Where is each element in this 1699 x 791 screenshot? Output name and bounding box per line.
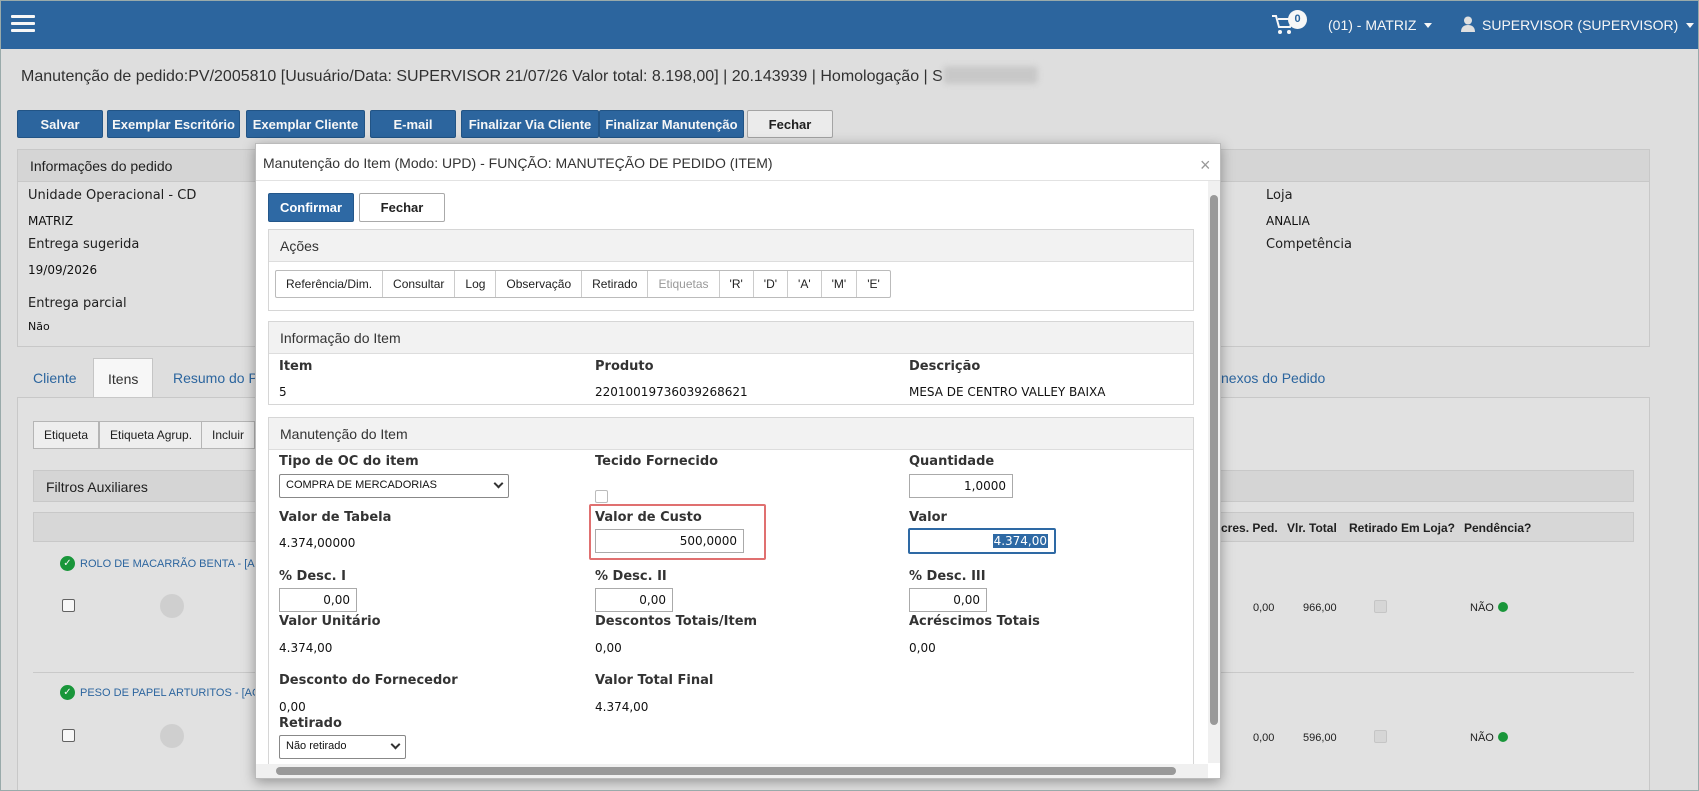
labels-button: Etiquetas bbox=[648, 271, 720, 297]
modal-title: Manutenção do Item (Modo: UPD) - FUNÇÃO:… bbox=[263, 155, 773, 171]
disc1-field[interactable]: 0,00 bbox=[279, 588, 357, 612]
confirm-button[interactable]: Confirmar bbox=[268, 193, 354, 222]
disc3-field[interactable]: 0,00 bbox=[909, 588, 987, 612]
log-button[interactable]: Log bbox=[455, 271, 497, 297]
oc-type-label: Tipo de OC do item bbox=[279, 454, 419, 469]
final-total-label: Valor Total Final bbox=[595, 673, 714, 688]
unit-value-label: Valor Unitário bbox=[279, 614, 381, 629]
product-label: Produto bbox=[595, 359, 654, 374]
final-total-value: 4.374,00 bbox=[595, 700, 649, 714]
e-button[interactable]: 'E' bbox=[857, 271, 890, 297]
fabric-supplied-label: Tecido Fornecido bbox=[595, 454, 719, 469]
r-button[interactable]: 'R' bbox=[720, 271, 754, 297]
total-additions-value: 0,00 bbox=[909, 641, 936, 655]
table-value: 4.374,00000 bbox=[279, 536, 356, 550]
vertical-scrollbar-thumb[interactable] bbox=[1210, 195, 1218, 725]
oc-type-select[interactable]: COMPRA DE MERCADORIAS bbox=[279, 474, 509, 498]
item-info-heading: Informação do Item bbox=[269, 322, 1193, 354]
withdrawn-button[interactable]: Retirado bbox=[582, 271, 649, 297]
supplier-discount-label: Desconto do Fornecedor bbox=[279, 673, 458, 688]
vertical-scrollbar[interactable] bbox=[1208, 181, 1220, 763]
m-button[interactable]: 'M' bbox=[822, 271, 858, 297]
app-window: 0 (01) - MATRIZ SUPERVISOR (SUPERVISOR) … bbox=[0, 0, 1699, 791]
actions-panel: Ações Referência/Dim. Consultar Log Obse… bbox=[268, 229, 1194, 311]
table-value-label: Valor de Tabela bbox=[279, 510, 392, 525]
oc-type-value: COMPRA DE MERCADORIAS bbox=[286, 479, 437, 491]
value-label: Valor bbox=[909, 510, 947, 525]
withdrawn-select[interactable]: Não retirado bbox=[279, 735, 406, 759]
item-maintenance-modal: Manutenção do Item (Modo: UPD) - FUNÇÃO:… bbox=[255, 143, 1221, 779]
withdrawn-label: Retirado bbox=[279, 716, 342, 731]
quantity-label: Quantidade bbox=[909, 454, 995, 469]
disc2-label: % Desc. II bbox=[595, 569, 667, 584]
item-maintenance-panel: Manutenção do Item bbox=[268, 417, 1194, 777]
value-field[interactable]: 4.374,00 bbox=[908, 528, 1056, 554]
item-value: 5 bbox=[279, 385, 287, 399]
chevron-down-icon bbox=[493, 478, 504, 489]
reference-dim-button[interactable]: Referência/Dim. bbox=[276, 271, 384, 297]
fabric-supplied-checkbox[interactable] bbox=[595, 490, 608, 503]
modal-close-button[interactable]: Fechar bbox=[359, 193, 445, 222]
chevron-down-icon bbox=[390, 739, 401, 750]
unit-value-value: 4.374,00 bbox=[279, 641, 333, 655]
total-additions-label: Acréscimos Totais bbox=[909, 614, 1040, 629]
close-icon[interactable]: × bbox=[1200, 155, 1211, 176]
d-button[interactable]: 'D' bbox=[754, 271, 789, 297]
cost-label: Valor de Custo bbox=[595, 510, 702, 525]
observation-button[interactable]: Observação bbox=[496, 271, 583, 297]
description-label: Descrição bbox=[909, 359, 981, 374]
total-discounts-label: Descontos Totais/Item bbox=[595, 614, 758, 629]
disc1-label: % Desc. I bbox=[279, 569, 346, 584]
a-button[interactable]: 'A' bbox=[788, 271, 822, 297]
cost-field[interactable]: 500,0000 bbox=[595, 529, 744, 553]
item-label: Item bbox=[279, 359, 313, 374]
product-value: 22010019736039268621 bbox=[595, 385, 748, 399]
actions-heading: Ações bbox=[269, 230, 1193, 262]
modal-divider bbox=[256, 180, 1220, 181]
horizontal-scrollbar-thumb[interactable] bbox=[276, 767, 1176, 775]
actions-button-group: Referência/Dim. Consultar Log Observação… bbox=[275, 270, 891, 298]
withdrawn-value: Não retirado bbox=[286, 740, 347, 752]
supplier-discount-value: 0,00 bbox=[279, 700, 306, 714]
quantity-field[interactable]: 1,0000 bbox=[909, 474, 1013, 498]
consult-button[interactable]: Consultar bbox=[383, 271, 456, 297]
disc2-field[interactable]: 0,00 bbox=[595, 588, 673, 612]
description-value: MESA DE CENTRO VALLEY BAIXA bbox=[909, 385, 1106, 399]
disc3-label: % Desc. III bbox=[909, 569, 986, 584]
maintenance-heading: Manutenção do Item bbox=[269, 418, 1193, 450]
total-discounts-value: 0,00 bbox=[595, 641, 622, 655]
value-field-selected-text: 4.374,00 bbox=[992, 534, 1048, 548]
horizontal-scrollbar[interactable] bbox=[256, 764, 1208, 778]
